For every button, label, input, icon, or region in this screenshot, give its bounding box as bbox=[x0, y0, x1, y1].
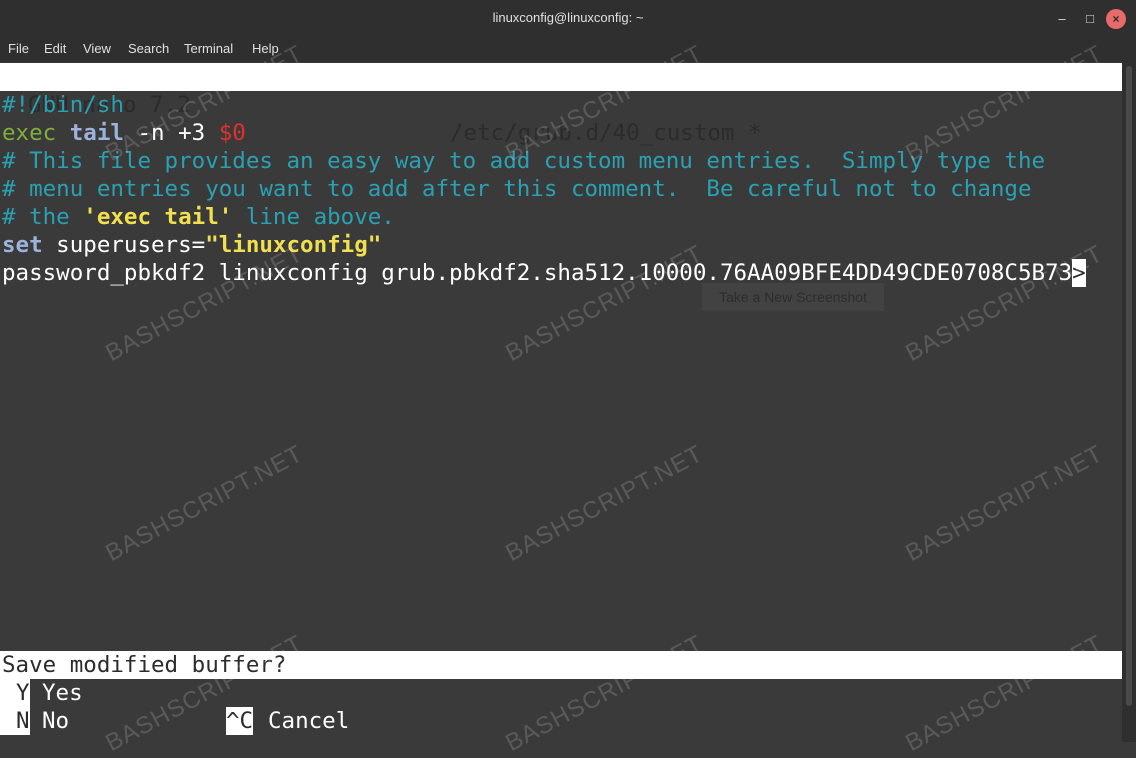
menu-file[interactable]: File bbox=[8, 41, 29, 56]
yes-option[interactable]: Yes bbox=[42, 679, 83, 707]
buffer-line-4: # menu entries you want to add after thi… bbox=[2, 176, 1032, 202]
no-key-highlight: N bbox=[16, 708, 30, 734]
cancel-key: ^C bbox=[226, 707, 254, 735]
menu-edit[interactable]: Edit bbox=[44, 41, 66, 56]
menu-view[interactable]: View bbox=[83, 41, 111, 56]
yes-key-highlight: Y bbox=[16, 680, 30, 706]
keyword-tail: tail bbox=[69, 120, 124, 146]
variable-text: $0 bbox=[218, 120, 246, 146]
buffer-line-2: exec tail -n +3 $0 bbox=[2, 119, 246, 147]
line-continues-marker: > bbox=[1072, 259, 1086, 287]
minimize-icon[interactable]: – bbox=[1052, 9, 1072, 29]
terminal-scrollbar[interactable] bbox=[1122, 62, 1136, 742]
comment-quoted: 'exec tail' bbox=[83, 204, 233, 230]
save-prompt: Save modified buffer? bbox=[0, 651, 1122, 679]
string-value: "linuxconfig" bbox=[205, 232, 382, 258]
scrollbar-thumb[interactable] bbox=[1126, 66, 1132, 706]
terminal-area[interactable]: GNU nano 7.2 /etc/grub.d/40_custom * #!/… bbox=[0, 62, 1122, 742]
buffer-line-7: password_pbkdf2 linuxconfig grub.pbkdf2.… bbox=[2, 259, 1086, 287]
no-option[interactable]: No bbox=[42, 707, 69, 735]
close-icon[interactable]: × bbox=[1106, 9, 1126, 29]
args-text: -n +3 bbox=[123, 120, 219, 146]
buffer-line-6: set superusers="linuxconfig" bbox=[2, 231, 381, 259]
keyword-set: set bbox=[2, 232, 43, 258]
nano-header: GNU nano 7.2 /etc/grub.d/40_custom * bbox=[0, 63, 1122, 146]
window-title: linuxconfig@linuxconfig: ~ bbox=[492, 10, 644, 25]
cancel-option[interactable]: Cancel bbox=[268, 707, 349, 735]
maximize-icon[interactable]: □ bbox=[1080, 9, 1100, 29]
set-assignment: superusers= bbox=[42, 232, 206, 258]
menu-terminal[interactable]: Terminal bbox=[184, 41, 233, 56]
comment-part-c: line above. bbox=[232, 204, 395, 230]
menu-help[interactable]: Help bbox=[252, 41, 279, 56]
window-titlebar: linuxconfig@linuxconfig: ~ – □ × bbox=[0, 0, 1136, 36]
menu-bar: File Edit View Search Terminal Help bbox=[0, 36, 1136, 62]
buffer-line-3: # This file provides an easy way to add … bbox=[2, 148, 1046, 174]
keyword-exec: exec bbox=[2, 120, 57, 146]
screenshot-tooltip: Take a New Screenshot bbox=[702, 283, 884, 311]
password-line: password_pbkdf2 linuxconfig grub.pbkdf2.… bbox=[2, 260, 1073, 286]
nano-filename: /etc/grub.d/40_custom * bbox=[450, 120, 762, 146]
menu-search[interactable]: Search bbox=[128, 41, 169, 56]
comment-part-a: # the bbox=[2, 204, 84, 230]
buffer-line-1: #!/bin/sh bbox=[2, 92, 124, 118]
buffer-line-5: # the 'exec tail' line above. bbox=[2, 203, 395, 231]
